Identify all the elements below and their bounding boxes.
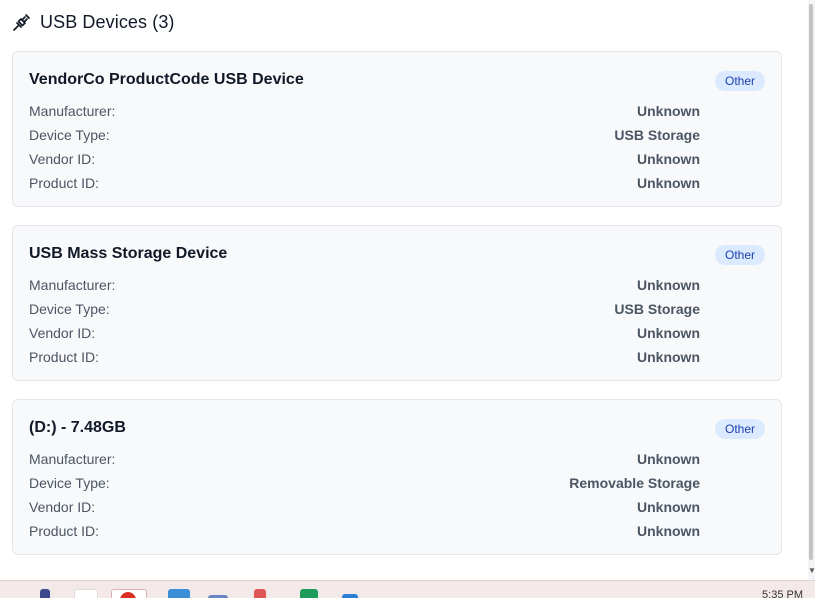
device-type-row: Device Type: Removable Storage <box>29 473 700 493</box>
field-value: Unknown <box>637 103 700 119</box>
scrollbar-thumb[interactable] <box>809 4 813 560</box>
field-value: Unknown <box>637 523 700 539</box>
field-label: Device Type: <box>29 475 110 491</box>
product-id-row: Product ID: Unknown <box>29 521 700 541</box>
device-name: USB Mass Storage Device <box>29 245 228 262</box>
field-label: Vendor ID: <box>29 151 96 167</box>
vendor-id-row: Vendor ID: Unknown <box>29 323 700 343</box>
usb-device-card: VendorCo ProductCode USB Device Other Ma… <box>12 51 782 207</box>
device-category-badge: Other <box>714 419 765 439</box>
field-value: Unknown <box>637 175 700 191</box>
field-value: Unknown <box>637 451 700 467</box>
device-category-badge: Other <box>714 71 765 91</box>
vendor-id-row: Vendor ID: Unknown <box>29 497 700 517</box>
device-name: VendorCo ProductCode USB Device <box>29 71 304 88</box>
field-value: Removable Storage <box>569 475 700 491</box>
field-label: Manufacturer: <box>29 103 116 119</box>
field-label: Product ID: <box>29 349 100 365</box>
manufacturer-row: Manufacturer: Unknown <box>29 449 700 469</box>
device-type-row: Device Type: USB Storage <box>29 299 700 319</box>
usb-device-card: USB Mass Storage Device Other Manufactur… <box>12 225 782 381</box>
usb-plug-icon <box>12 12 32 32</box>
product-id-row: Product ID: Unknown <box>29 173 700 193</box>
field-label: Product ID: <box>29 523 100 539</box>
device-name: (D:) - 7.48GB <box>29 419 126 436</box>
field-value: Unknown <box>637 349 700 365</box>
device-category-badge: Other <box>714 245 765 265</box>
product-id-row: Product ID: Unknown <box>29 347 700 367</box>
scroll-down-arrow-icon[interactable]: ▼ <box>808 566 815 576</box>
section-header: USB Devices (3) <box>12 9 175 35</box>
field-label: Device Type: <box>29 301 110 317</box>
field-label: Manufacturer: <box>29 451 116 467</box>
field-value: USB Storage <box>614 127 700 143</box>
field-label: Vendor ID: <box>29 499 96 515</box>
vendor-id-row: Vendor ID: Unknown <box>29 149 700 169</box>
field-value: Unknown <box>637 151 700 167</box>
field-label: Manufacturer: <box>29 277 116 293</box>
field-value: Unknown <box>637 325 700 341</box>
field-label: Vendor ID: <box>29 325 96 341</box>
taskbar: 5:35 PM <box>0 580 815 598</box>
device-type-row: Device Type: USB Storage <box>29 125 700 145</box>
usb-device-card: (D:) - 7.48GB Other Manufacturer: Unknow… <box>12 399 782 555</box>
field-label: Product ID: <box>29 175 100 191</box>
field-value: Unknown <box>637 277 700 293</box>
field-label: Device Type: <box>29 127 110 143</box>
manufacturer-row: Manufacturer: Unknown <box>29 101 700 121</box>
manufacturer-row: Manufacturer: Unknown <box>29 275 700 295</box>
usb-devices-panel: USB Devices (3) VendorCo ProductCode USB… <box>0 0 808 580</box>
app-icon[interactable] <box>342 594 358 598</box>
field-value: USB Storage <box>614 301 700 317</box>
section-title: USB Devices (3) <box>40 11 175 32</box>
field-value: Unknown <box>637 499 700 515</box>
